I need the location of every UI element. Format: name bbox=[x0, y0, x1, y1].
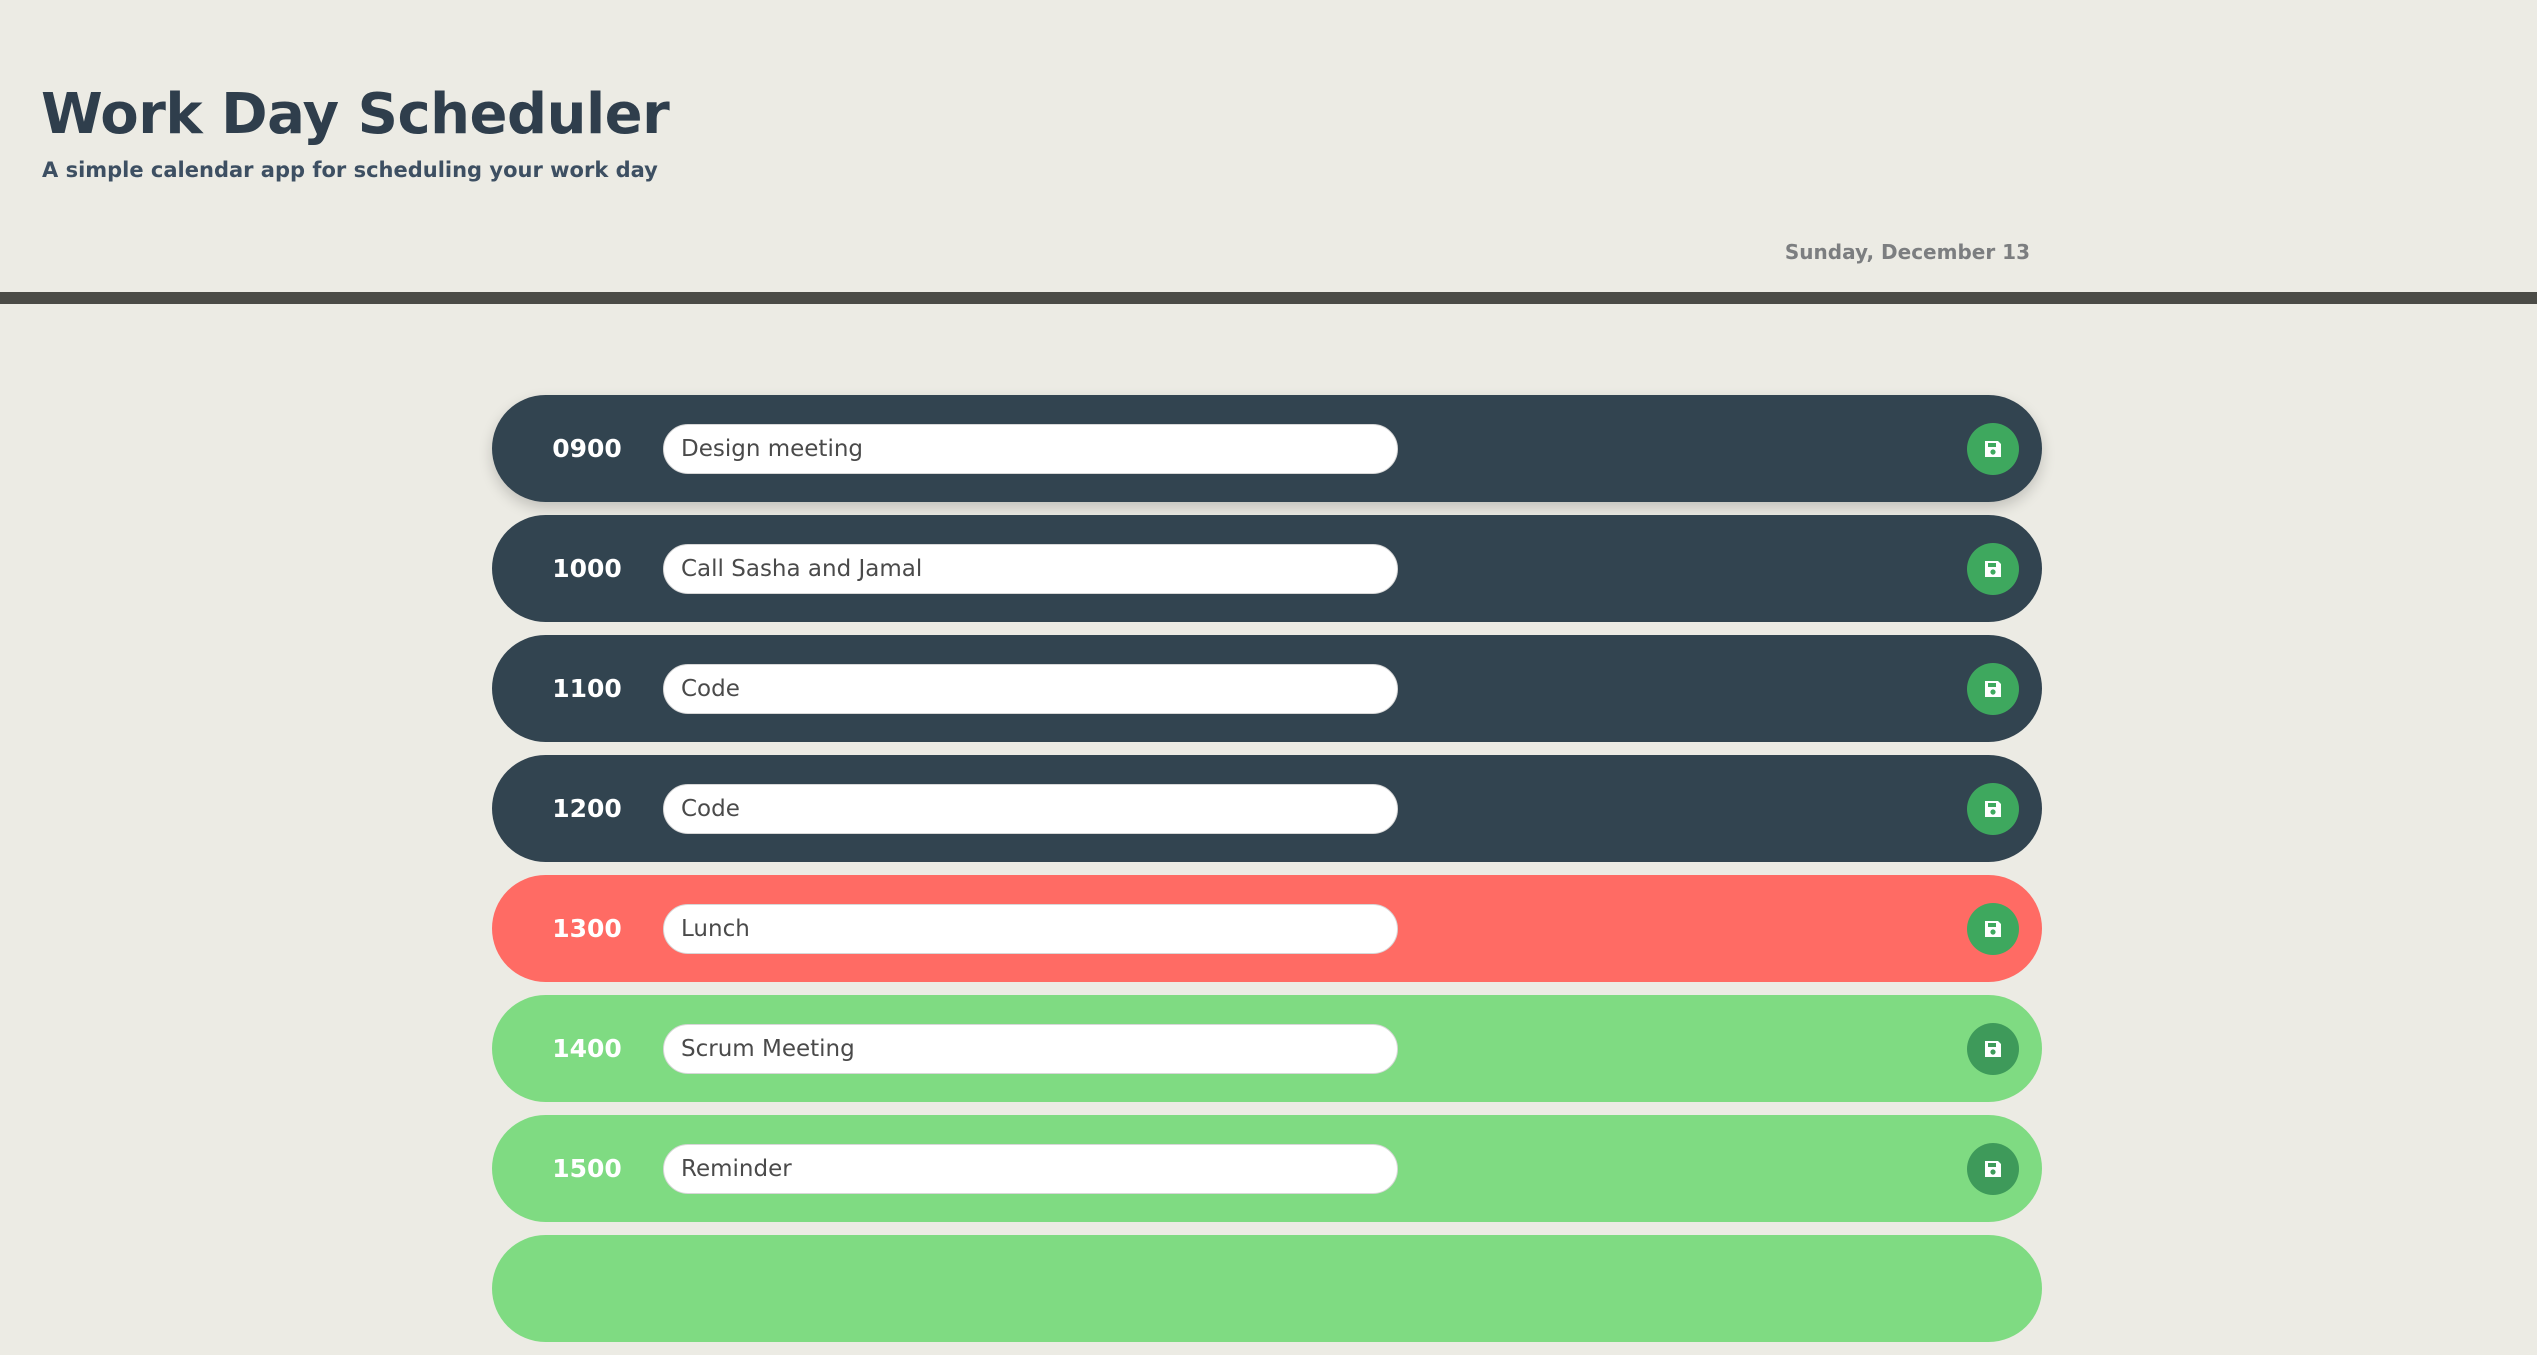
hour-label bbox=[492, 1235, 682, 1342]
floppy-disk-icon bbox=[1985, 1041, 2001, 1057]
page-title: Work Day Scheduler bbox=[41, 82, 670, 147]
description-input[interactable] bbox=[663, 424, 1398, 474]
hour-label: 0900 bbox=[552, 434, 622, 463]
description-input[interactable] bbox=[663, 1024, 1398, 1074]
hour-label: 1400 bbox=[552, 1034, 622, 1063]
floppy-disk-icon bbox=[1985, 681, 2001, 697]
save-button[interactable] bbox=[1967, 903, 2019, 955]
floppy-disk-icon bbox=[1985, 801, 2001, 817]
floppy-disk-icon bbox=[1985, 921, 2001, 937]
timeblock-row bbox=[492, 1235, 2042, 1342]
save-button[interactable] bbox=[1967, 543, 2019, 595]
description-input[interactable] bbox=[663, 784, 1398, 834]
save-button[interactable] bbox=[1967, 1023, 2019, 1075]
hour-label: 1200 bbox=[552, 794, 622, 823]
floppy-disk-icon bbox=[1985, 561, 2001, 577]
floppy-disk-icon bbox=[1985, 1161, 2001, 1177]
timeblock-row: 1100 bbox=[492, 635, 2042, 742]
hour-label: 1500 bbox=[552, 1154, 622, 1183]
header-divider bbox=[0, 292, 2537, 304]
timeblock-row: 1500 bbox=[492, 1115, 2042, 1222]
hour-label: 1300 bbox=[552, 914, 622, 943]
description-input[interactable] bbox=[663, 904, 1398, 954]
save-button[interactable] bbox=[1967, 663, 2019, 715]
page-subtitle: A simple calendar app for scheduling you… bbox=[42, 158, 658, 182]
description-input[interactable] bbox=[663, 1144, 1398, 1194]
description-input[interactable] bbox=[663, 544, 1398, 594]
header: Work Day Scheduler A simple calendar app… bbox=[0, 0, 2537, 292]
timeblock-row: 0900 bbox=[492, 395, 2042, 502]
current-day: Sunday, December 13 bbox=[1784, 240, 2030, 264]
timeblock-row: 1400 bbox=[492, 995, 2042, 1102]
hour-label: 1100 bbox=[552, 674, 622, 703]
timeblock-row: 1300 bbox=[492, 875, 2042, 982]
description-input[interactable] bbox=[663, 664, 1398, 714]
timeblock-list: 0900 1000 1100 bbox=[492, 395, 2042, 1355]
save-button[interactable] bbox=[1967, 1143, 2019, 1195]
floppy-disk-icon bbox=[1985, 441, 2001, 457]
save-button[interactable] bbox=[1967, 783, 2019, 835]
hour-label: 1000 bbox=[552, 554, 622, 583]
timeblock-row: 1000 bbox=[492, 515, 2042, 622]
save-button[interactable] bbox=[1967, 423, 2019, 475]
timeblock-row: 1200 bbox=[492, 755, 2042, 862]
